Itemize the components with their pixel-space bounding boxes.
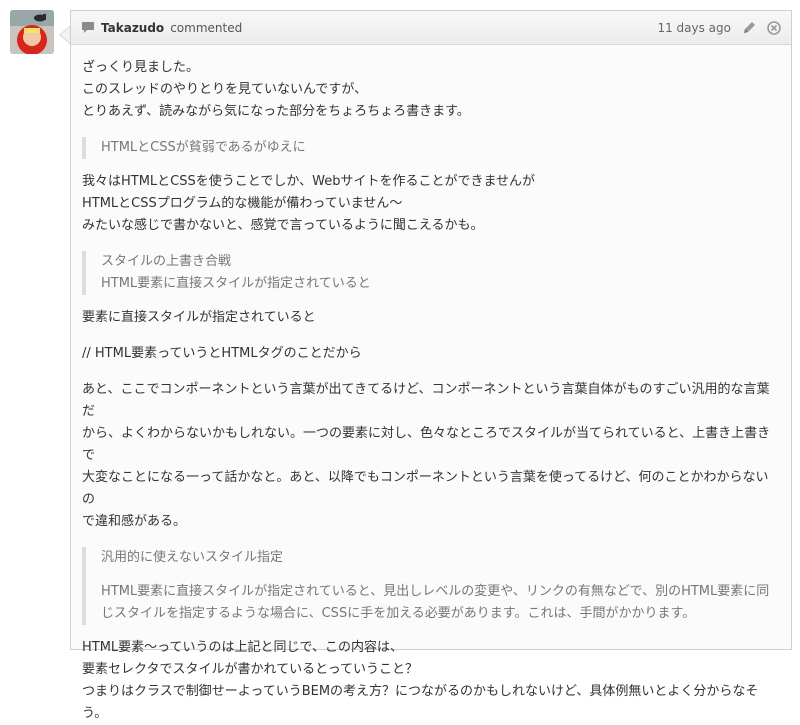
comment-header: Takazudo commented 11 days ago [71,11,791,45]
paragraph-intro: ざっくり見ました。 このスレッドのやりとりを見ていないんですが、 とりあえず、読… [82,60,470,119]
blockquote: スタイルの上書き合戦 HTML要素に直接スタイルが指定されていると [82,251,780,295]
pencil-edit-icon[interactable] [741,20,757,36]
paragraph-element-style: 要素に直接スタイルが指定されていると [82,310,316,325]
paragraph-html-element-note: // HTML要素っていうとHTMLタグのことだから [82,346,362,361]
comment-box: Takazudo commented 11 days ago ざっくり見ました。… [70,10,792,721]
comment-timestamp[interactable]: 11 days ago [657,21,731,35]
avatar[interactable] [10,10,54,54]
comment-pointer [59,26,70,44]
avatar-image [10,10,54,54]
comment-author-link[interactable]: Takazudo [101,21,164,35]
comment-thread: Takazudo commented 11 days ago ざっくり見ました。… [0,0,800,721]
blockquote: HTMLとCSSが貧弱であるがゆえに [82,137,780,159]
comment-action-text: commented [170,20,243,35]
paragraph-selector: HTML要素〜っていうのは上記と同じで、この内容は、 要素セレクタでスタイルが書… [82,640,759,721]
blockquote: 汎用的に使えないスタイル指定 HTML要素に直接スタイルが指定されていると、見出… [82,547,780,625]
speech-bubble-icon [81,21,95,34]
close-circle-icon[interactable] [767,20,781,35]
paragraph-html-css: 我々はHTMLとCSSを使うことでしか、Webサイトを作ることができませんが H… [82,174,536,233]
paragraph-component: あと、ここでコンポーネントという言葉が出てきてるけど、コンポーネントという言葉自… [82,382,771,529]
comment-body: ざっくり見ました。 このスレッドのやりとりを見ていないんですが、 とりあえず、読… [71,45,791,725]
